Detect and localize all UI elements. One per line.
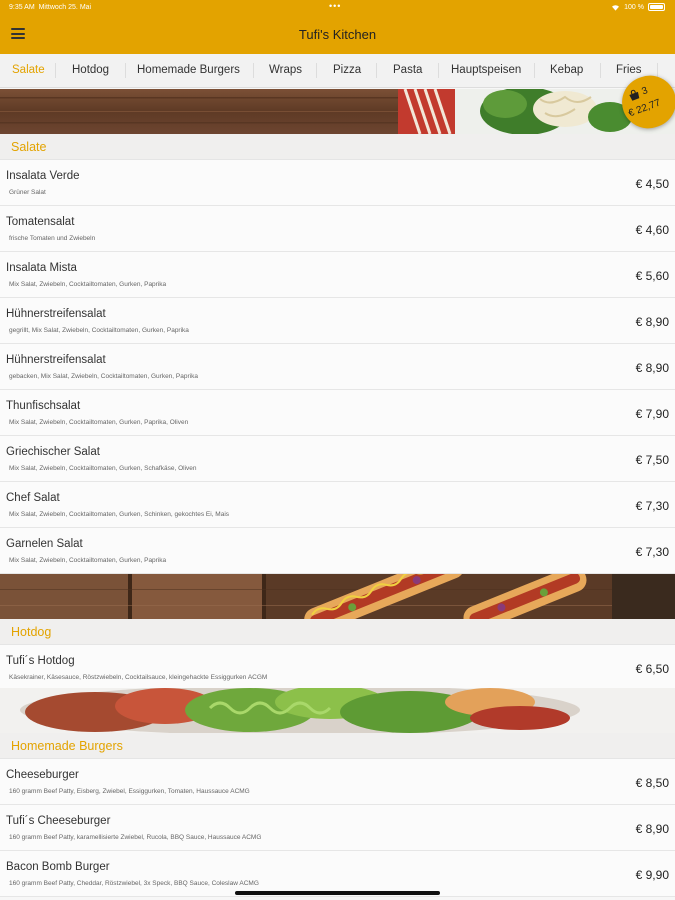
tab-fries[interactable]: Fries [616, 64, 642, 76]
item-name: Tufi´s Cheeseburger [6, 815, 111, 827]
item-description: Mix Salat, Zwiebeln, Cocktailtomaten, Gu… [9, 465, 197, 472]
menu-item[interactable]: Hühnerstreifensalat gebacken, Mix Salat,… [0, 344, 675, 390]
item-price: € 9,90 [635, 868, 669, 882]
menu-item[interactable]: Insalata Verde Grüner Salat € 4,50 [0, 160, 675, 206]
battery-percent: 100 % [624, 3, 644, 11]
item-description: Mix Salat, Zwiebeln, Cocktailtomaten, Gu… [9, 557, 167, 564]
item-price: € 8,50 [635, 776, 669, 790]
item-price: € 4,60 [635, 223, 669, 237]
tab-kebap[interactable]: Kebap [550, 64, 583, 76]
wifi-icon [612, 4, 620, 11]
item-name: Tufi´s Hotdog [6, 655, 75, 667]
item-name: Tomatensalat [6, 216, 75, 228]
item-description: Mix Salat, Zwiebeln, Cocktailtomaten, Gu… [9, 419, 189, 426]
item-name: Garnelen Salat [6, 538, 83, 550]
item-name: Hühnerstreifensalat [6, 308, 106, 320]
cart-count: 3 [640, 85, 650, 98]
battery-icon [648, 3, 665, 11]
item-price: € 8,90 [635, 822, 669, 836]
item-price: € 7,30 [635, 499, 669, 513]
item-description: 160 gramm Beef Patty, karamellisierte Zw… [9, 834, 262, 841]
item-price: € 5,60 [635, 269, 669, 283]
home-indicator[interactable] [235, 891, 440, 895]
item-name: Cheeseburger [6, 769, 79, 781]
item-price: € 6,50 [635, 662, 669, 676]
menu-item[interactable]: Garnelen Salat Mix Salat, Zwiebeln, Cock… [0, 528, 675, 574]
status-bar: 9:35 AM Mittwoch 25. Mai ••• 100 % [0, 0, 675, 16]
item-name: Insalata Mista [6, 262, 77, 274]
category-tab-bar: Salate Hotdog Homemade Burgers Wraps Piz… [0, 54, 675, 88]
hotdog-banner-image [0, 574, 675, 619]
multitask-dots-icon[interactable]: ••• [329, 1, 341, 11]
item-description: Mix Salat, Zwiebeln, Cocktailtomaten, Gu… [9, 511, 230, 518]
menu-item[interactable]: Tufi´s Hotdog Käsekrainer, Käsesauce, Rö… [0, 645, 675, 691]
salate-banner-image [0, 89, 675, 134]
item-price: € 7,90 [635, 407, 669, 421]
item-description: gebacken, Mix Salat, Zwiebeln, Cocktailt… [9, 373, 198, 380]
menu-item[interactable]: Tomatensalat frische Tomaten und Zwiebel… [0, 206, 675, 252]
tab-pizza[interactable]: Pizza [333, 64, 361, 76]
status-right: 100 % [611, 3, 665, 11]
burgers-banner-image [0, 688, 675, 733]
tab-hauptspeisen[interactable]: Hauptspeisen [451, 64, 521, 76]
item-price: € 8,90 [635, 361, 669, 375]
menu-item[interactable]: Cheeseburger 160 gramm Beef Patty, Eisbe… [0, 759, 675, 805]
menu-item[interactable]: Chef Salat Mix Salat, Zwiebeln, Cocktail… [0, 482, 675, 528]
status-time: 9:35 AM Mittwoch 25. Mai [9, 4, 92, 11]
page-title: Tufi's Kitchen [298, 27, 377, 42]
tab-hotdog[interactable]: Hotdog [72, 64, 109, 76]
tab-homemade-burgers[interactable]: Homemade Burgers [137, 64, 240, 76]
menu-item[interactable]: Tufi´s Cheeseburger 160 gramm Beef Patty… [0, 805, 675, 851]
item-name: Hühnerstreifensalat [6, 354, 106, 366]
item-price: € 7,50 [635, 453, 669, 467]
item-description: frische Tomaten und Zwiebeln [9, 235, 96, 242]
tab-salate[interactable]: Salate [12, 64, 45, 76]
item-name: Thunfischsalat [6, 400, 81, 412]
section-header-salate: Salate [0, 134, 675, 160]
section-header-homemade-burgers: Homemade Burgers [0, 733, 675, 759]
item-description: Grüner Salat [9, 189, 46, 196]
tab-pasta[interactable]: Pasta [393, 64, 422, 76]
menu-item[interactable]: Insalata Mista Mix Salat, Zwiebeln, Cock… [0, 252, 675, 298]
menu-item[interactable]: Griechischer Salat Mix Salat, Zwiebeln, … [0, 436, 675, 482]
section-header-hotdog: Hotdog [0, 619, 675, 645]
item-description: Mix Salat, Zwiebeln, Cocktailtomaten, Gu… [9, 281, 167, 288]
item-description: gegrillt, Mix Salat, Zwiebeln, Cocktailt… [9, 327, 189, 334]
tab-wraps[interactable]: Wraps [269, 64, 302, 76]
item-price: € 7,30 [635, 545, 669, 559]
menu-item[interactable]: Thunfischsalat Mix Salat, Zwiebeln, Cock… [0, 390, 675, 436]
menu-item[interactable]: Hühnerstreifensalat gegrillt, Mix Salat,… [0, 298, 675, 344]
item-name: Bacon Bomb Burger [6, 861, 110, 873]
item-name: Chef Salat [6, 492, 60, 504]
shopping-bag-icon [629, 89, 640, 101]
item-price: € 4,50 [635, 177, 669, 191]
item-price: € 8,90 [635, 315, 669, 329]
item-name: Griechischer Salat [6, 446, 100, 458]
item-description: 160 gramm Beef Patty, Cheddar, Röstzwieb… [9, 880, 259, 887]
app-header: 9:35 AM Mittwoch 25. Mai ••• 100 % Tufi'… [0, 0, 675, 54]
item-description: 160 gramm Beef Patty, Eisberg, Zwiebel, … [9, 788, 250, 795]
item-description: Käsekrainer, Käsesauce, Röstzwiebeln, Co… [9, 674, 268, 681]
item-name: Insalata Verde [6, 170, 80, 182]
